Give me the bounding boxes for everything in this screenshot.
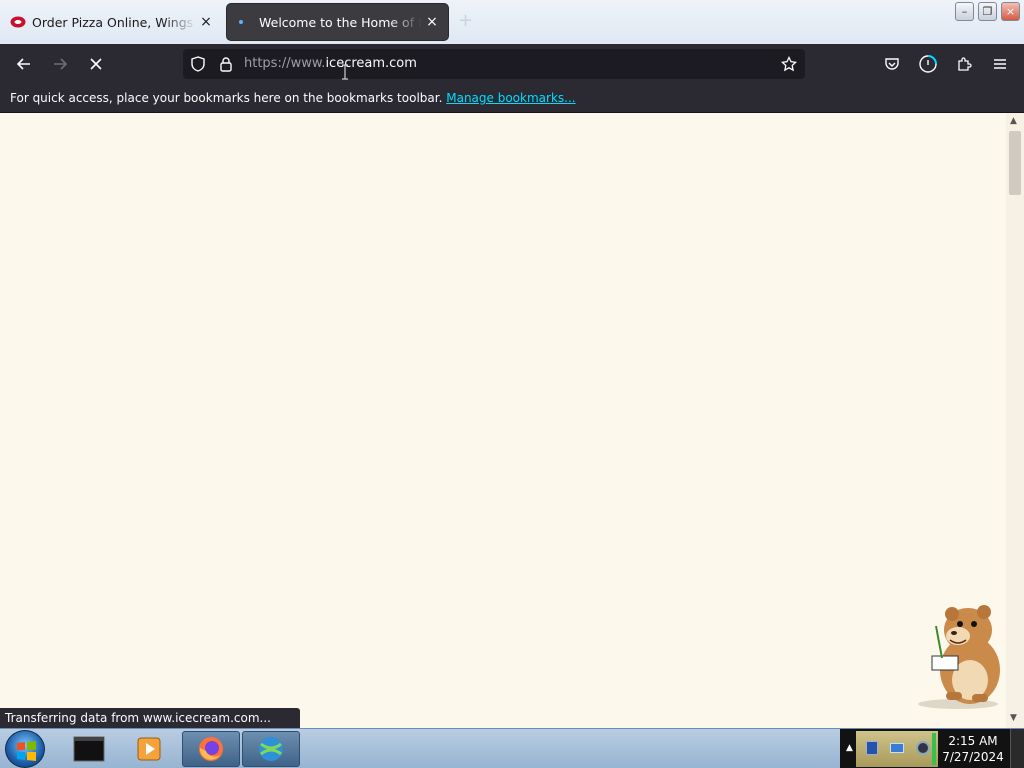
extensions-button[interactable] — [952, 52, 976, 76]
browser-desktop: Order Pizza Online, Wings Delivery × Wel… — [0, 0, 1024, 768]
restore-button[interactable]: ❐ — [978, 2, 997, 21]
manage-bookmarks-link[interactable]: Manage bookmarks... — [446, 91, 575, 105]
taskbar-network-app[interactable] — [242, 731, 300, 767]
back-button[interactable] — [12, 52, 36, 76]
pizza-favicon-icon — [10, 14, 26, 30]
bookmark-star-icon[interactable] — [780, 55, 798, 76]
taskbar-clock[interactable]: 2:15 AM 7/27/2024 — [938, 733, 1008, 765]
tray-expand-icon[interactable]: ▲ — [846, 743, 853, 753]
hamster-mascot — [910, 600, 1010, 710]
page-content — [0, 113, 1006, 728]
close-window-button[interactable]: × — [1001, 2, 1020, 21]
status-text: Transferring data from www.icecream.com.… — [5, 711, 271, 725]
tracking-protection-shield-icon[interactable] — [190, 56, 206, 76]
clock-date: 7/27/2024 — [942, 750, 1004, 764]
tab-strip: Order Pizza Online, Wings Delivery × Wel… — [0, 0, 1024, 44]
tray-display-icon[interactable] — [890, 743, 904, 753]
scroll-up-icon[interactable]: ▲ — [1010, 116, 1017, 126]
tab-pizza[interactable]: Order Pizza Online, Wings Delivery × — [0, 4, 222, 40]
clock-time: 2:15 AM — [948, 734, 998, 748]
stop-icon — [90, 58, 102, 70]
bookmarks-toolbar: For quick access, place your bookmarks h… — [0, 84, 1024, 113]
navigation-toolbar: https://www.icecream.com — [0, 44, 1024, 84]
forward-arrow-icon — [54, 58, 68, 70]
tab-close-icon[interactable]: × — [422, 14, 442, 30]
tray-meter-icon — [932, 733, 936, 765]
media-player-icon — [137, 737, 161, 761]
firefox-icon — [199, 737, 223, 761]
loading-favicon-icon — [237, 14, 253, 30]
minimize-button[interactable]: – — [955, 2, 974, 21]
status-panel: Transferring data from www.icecream.com.… — [0, 708, 300, 728]
back-arrow-icon — [16, 58, 30, 70]
windows-logo-icon — [17, 741, 36, 761]
url-text[interactable]: https://www.icecream.com — [244, 56, 417, 71]
show-desktop-button[interactable] — [1010, 729, 1024, 768]
forward-button[interactable] — [48, 52, 72, 76]
tray-network-icon[interactable] — [916, 741, 930, 755]
address-bar[interactable]: https://www.icecream.com — [183, 49, 805, 79]
scroll-down-icon[interactable]: ▼ — [1010, 713, 1017, 723]
menu-button[interactable] — [988, 52, 1012, 76]
tab-title: Order Pizza Online, Wings Delivery — [32, 14, 196, 30]
new-tab-button[interactable]: + — [458, 10, 473, 31]
stop-loading-button[interactable] — [84, 52, 108, 76]
bookmarks-hint: For quick access, place your bookmarks h… — [10, 91, 576, 105]
firefox-account-icon — [919, 55, 937, 73]
pocket-button[interactable] — [880, 52, 904, 76]
start-button[interactable] — [5, 730, 45, 768]
account-button[interactable] — [916, 52, 940, 76]
lock-icon[interactable] — [218, 56, 234, 76]
pocket-icon — [885, 58, 899, 70]
globe-icon — [259, 737, 283, 761]
hamburger-menu-icon — [994, 59, 1006, 69]
terminal-icon — [73, 736, 105, 762]
tray-app-icon[interactable] — [866, 741, 878, 755]
tab-title: Welcome to the Home of Ice Cream — [259, 14, 422, 30]
tab-close-icon[interactable]: × — [196, 14, 216, 30]
taskbar-media-player[interactable] — [120, 731, 178, 767]
taskbar: ▲ 2:15 AM 7/27/2024 — [0, 728, 1024, 768]
taskbar-firefox[interactable] — [182, 731, 240, 767]
tab-icecream[interactable]: Welcome to the Home of Ice Cream × — [227, 4, 448, 40]
text-cursor-icon — [342, 64, 348, 80]
scrollbar-thumb[interactable] — [1009, 131, 1021, 195]
url-domain: icecream.com — [325, 56, 417, 71]
taskbar-terminal[interactable] — [60, 731, 118, 767]
url-prefix: https://www. — [244, 56, 326, 71]
bookmarks-message: For quick access, place your bookmarks h… — [10, 91, 443, 105]
puzzle-icon — [958, 57, 972, 71]
